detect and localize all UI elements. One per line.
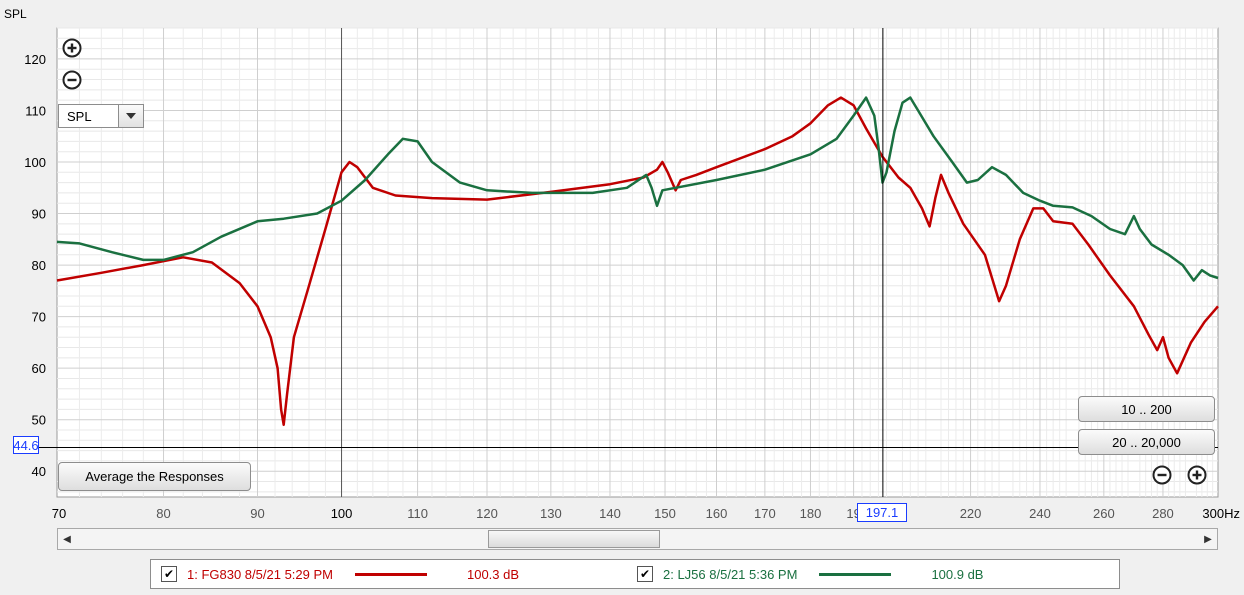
x-tick-label: 220 — [960, 506, 982, 521]
x-tick-label: 70 — [52, 506, 66, 521]
y-tick-label: 60 — [32, 361, 46, 376]
scrollbar-thumb[interactable] — [488, 530, 660, 548]
checkbox-series-2[interactable]: ✔ — [637, 566, 653, 582]
y-axis-title: SPL — [4, 7, 27, 21]
y-tick-label: 50 — [32, 413, 46, 428]
range-20-20000-button[interactable]: 20 .. 20,000 — [1078, 429, 1215, 455]
legend-item-1[interactable]: ✔ 1: FG830 8/5/21 5:29 PM 100.3 dB — [161, 560, 519, 588]
scroll-left-icon[interactable]: ◀ — [58, 529, 76, 549]
legend-label-2: 2: LJ56 8/5/21 5:36 PM — [663, 566, 798, 582]
x-tick-label: 240 — [1029, 506, 1051, 521]
y-tick-label: 40 — [32, 464, 46, 479]
y-tick-label: 110 — [25, 103, 46, 118]
y-tick-label: 70 — [32, 310, 46, 325]
zoom-out-icon[interactable] — [62, 70, 82, 90]
y-tick-label: 90 — [32, 207, 46, 222]
legend-value-1: 100.3 dB — [466, 566, 520, 582]
chart-grid — [56, 27, 1219, 498]
spl-select[interactable]: SPL — [58, 104, 144, 128]
x-tick-label: 280 — [1152, 506, 1174, 521]
cursor-x-readout: 197.1 — [857, 503, 907, 522]
legend: ✔ 1: FG830 8/5/21 5:29 PM 100.3 dB ✔ 2: … — [150, 559, 1120, 589]
x-tick-label: 140 — [599, 506, 621, 521]
x-tick-label: 170 — [754, 506, 776, 521]
y-tick-label: 120 — [24, 52, 46, 67]
spl-select-value: SPL — [67, 108, 92, 124]
plot-area — [56, 27, 1219, 498]
legend-item-2[interactable]: ✔ 2: LJ56 8/5/21 5:36 PM 100.9 dB — [637, 560, 983, 588]
x-tick-label: 90 — [250, 506, 264, 521]
spl-chart[interactable]: 40 50 60 70 80 90 100 110 120 70 80 90 100 110 120 130 1… — [0, 0, 1244, 595]
x-tick-label: 150 — [654, 506, 676, 521]
x-tick-label: 130 — [540, 506, 562, 521]
x-tick-label: 80 — [156, 506, 170, 521]
horizontal-scrollbar[interactable]: ◀ ▶ — [57, 528, 1218, 550]
y-tick-label: 100 — [24, 155, 46, 170]
x-zoom-in-icon[interactable] — [1187, 465, 1207, 485]
scroll-right-icon[interactable]: ▶ — [1199, 529, 1217, 549]
legend-line-1 — [354, 572, 427, 576]
y-tick-label: 80 — [32, 258, 46, 273]
legend-label-1: 1: FG830 8/5/21 5:29 PM — [187, 566, 333, 582]
x-tick-label: 260 — [1093, 506, 1115, 521]
cursor-y-readout: 44.6 — [13, 436, 39, 454]
x-tick-label: 100 — [331, 506, 353, 521]
x-zoom-out-icon[interactable] — [1152, 465, 1172, 485]
range-10-200-button[interactable]: 10 .. 200 — [1078, 396, 1215, 422]
chevron-down-icon[interactable] — [118, 105, 143, 127]
zoom-in-icon[interactable] — [62, 38, 82, 58]
x-tick-label: 180 — [800, 506, 822, 521]
x-tick-label: 110 — [407, 506, 428, 521]
x-tick-label: 120 — [476, 506, 498, 521]
legend-value-2: 100.9 dB — [931, 566, 984, 582]
average-responses-button[interactable]: Average the Responses — [58, 462, 251, 491]
x-tick-label: 160 — [706, 506, 728, 521]
x-tick-label: 300Hz — [1202, 506, 1240, 521]
legend-line-2 — [819, 572, 892, 576]
checkbox-series-1[interactable]: ✔ — [161, 566, 177, 582]
